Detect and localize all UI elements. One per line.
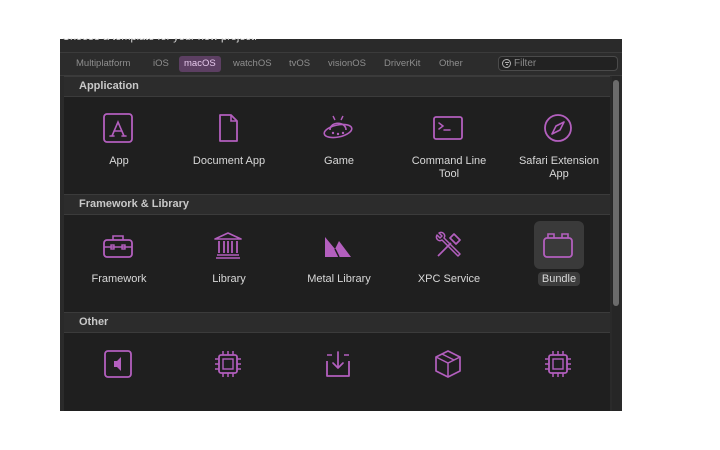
tab-visionos[interactable]: visionOS [323, 56, 371, 72]
template-label-text: Framework [91, 273, 147, 285]
library-icon [211, 229, 245, 263]
template-label-text: Bundle [537, 272, 581, 286]
chip-icon [211, 347, 245, 381]
game-icon [321, 111, 355, 145]
template-label-text: App [109, 155, 129, 167]
platform-tab-bar: Multiplatform iOS macOS watchOS tvOS vis… [60, 52, 622, 76]
template-label-text: Document App [192, 155, 266, 167]
template-item[interactable]: Library [174, 215, 284, 311]
package-icon [431, 347, 465, 381]
filter-field[interactable] [498, 56, 618, 71]
template-label: XPC Service [394, 273, 504, 286]
template-label: Metal Library [284, 273, 394, 286]
section-body [64, 333, 610, 411]
template-item[interactable]: Metal Library [284, 215, 394, 311]
template-item[interactable]: Game [284, 97, 394, 193]
section-title: Application [79, 80, 139, 92]
section-header: Other [64, 312, 610, 333]
section-header: Framework & Library [64, 194, 610, 215]
template-label: Game [284, 155, 394, 168]
filter-input[interactable] [514, 57, 614, 70]
template-label: Framework [64, 273, 174, 286]
template-label-text: Safari Extension App [518, 155, 600, 180]
tab-watchos[interactable]: watchOS [228, 56, 277, 72]
terminal-icon [431, 111, 465, 145]
template-label-text: Library [212, 273, 246, 285]
template-label: Document App [174, 155, 284, 168]
tab-macos[interactable]: macOS [179, 56, 221, 72]
toolbox-icon [101, 229, 135, 263]
metal-icon [321, 229, 355, 263]
template-chooser-dialog: Multiplatform iOS macOS watchOS tvOS vis… [60, 39, 622, 411]
template-list: Application App Document App Game Comman… [64, 76, 610, 411]
section-title: Framework & Library [79, 198, 190, 210]
template-label: Bundle [504, 272, 610, 286]
tray-download-icon [321, 347, 355, 381]
template-label-text: Metal Library [307, 273, 371, 285]
tab-other[interactable]: Other [434, 56, 468, 72]
tab-ios[interactable]: iOS [148, 56, 174, 72]
prompt-text: Choose a template for your new project: [62, 31, 258, 43]
tab-multiplatform[interactable]: Multiplatform [71, 56, 135, 72]
chip-icon [541, 347, 575, 381]
template-item[interactable]: Command Line Tool [394, 97, 504, 193]
template-label: Command Line Tool [394, 155, 504, 181]
template-label-text: Command Line Tool [411, 155, 487, 180]
speaker-icon [101, 347, 135, 381]
bundle-icon [541, 229, 575, 263]
template-item[interactable] [174, 333, 284, 411]
document-icon [211, 111, 245, 145]
template-item[interactable]: XPC Service [394, 215, 504, 311]
template-item[interactable]: Framework [64, 215, 174, 311]
scrollbar[interactable] [612, 76, 620, 411]
section-header: Application [64, 76, 610, 97]
section-title: Other [79, 316, 109, 328]
template-label: Library [174, 273, 284, 286]
scrollbar-thumb[interactable] [613, 80, 619, 306]
template-label: App [64, 155, 174, 168]
filter-icon [502, 59, 511, 68]
template-item[interactable] [64, 333, 174, 411]
template-item[interactable]: Safari Extension App [504, 97, 610, 193]
app-store-icon [101, 111, 135, 145]
tools-icon [431, 229, 465, 263]
template-item[interactable]: App [64, 97, 174, 193]
template-item[interactable] [284, 333, 394, 411]
section-body: Framework Library Metal Library XPC Serv… [64, 215, 610, 312]
template-item[interactable]: Bundle [504, 215, 610, 311]
template-item[interactable] [394, 333, 504, 411]
tab-tvos[interactable]: tvOS [284, 56, 315, 72]
template-label-text: XPC Service [417, 273, 481, 285]
compass-icon [541, 111, 575, 145]
template-label-text: Game [324, 155, 354, 167]
template-item[interactable] [504, 333, 610, 411]
section-body: App Document App Game Command Line Tool … [64, 97, 610, 194]
template-item[interactable]: Document App [174, 97, 284, 193]
template-label: Safari Extension App [504, 155, 610, 181]
tab-driverkit[interactable]: DriverKit [379, 56, 425, 72]
